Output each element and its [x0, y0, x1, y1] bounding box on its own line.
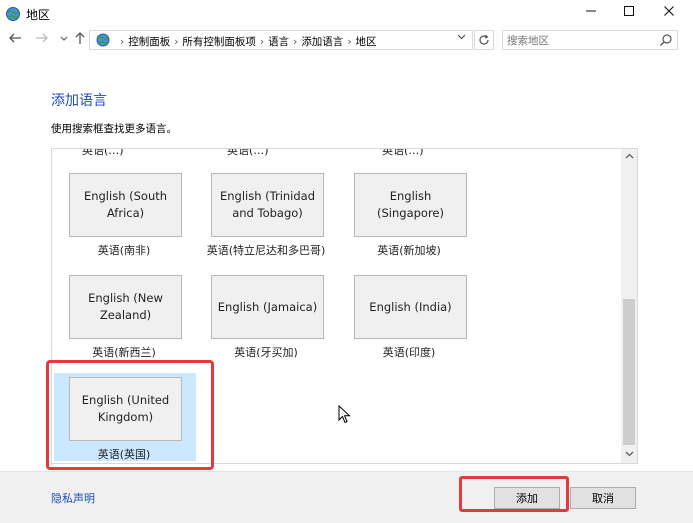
search-hint: 使用搜索框查找更多语言。 — [51, 123, 177, 135]
annotation-highlight-united-kingdom — [46, 360, 214, 470]
address-bar[interactable]: › 控制面板 › 所有控制面板项 › 语言 › 添加语言 › 地区 — [89, 30, 473, 50]
window-title: 地区 — [26, 8, 51, 22]
cancel-button[interactable]: 取消 — [570, 487, 636, 509]
forward-arrow-icon[interactable] — [35, 31, 49, 45]
footer-bar: 隐私声明 添加 取消 — [0, 471, 693, 523]
maximize-icon — [624, 6, 634, 16]
navigation-bar: › 控制面板 › 所有控制面板项 › 语言 › 添加语言 › 地区 — [0, 28, 693, 54]
language-item-trinidad-and-tobago[interactable]: English (Trinidad and Tobago) 英语(特立尼达和多巴… — [196, 150, 336, 257]
breadcrumb-separator-icon: › — [293, 36, 298, 48]
search-box[interactable] — [502, 30, 678, 50]
control-panel-icon — [96, 33, 110, 47]
refresh-icon — [479, 34, 489, 45]
search-input[interactable] — [505, 32, 659, 50]
breadcrumb-separator-icon: › — [120, 36, 125, 48]
breadcrumb-separator-icon: › — [347, 36, 352, 48]
scroll-thumb[interactable] — [623, 299, 635, 445]
language-label: 英语(牙买加) — [234, 346, 298, 359]
title-bar: 地区 — [0, 0, 693, 28]
breadcrumb-language[interactable]: 语言 — [268, 36, 289, 48]
address-dropdown-icon[interactable] — [457, 34, 466, 40]
minimize-icon — [586, 10, 596, 12]
breadcrumb-separator-icon: › — [174, 36, 179, 48]
up-arrow-icon[interactable] — [74, 31, 86, 45]
privacy-statement-link[interactable]: 隐私声明 — [51, 490, 95, 506]
annotation-highlight-add-button — [459, 476, 569, 512]
close-button[interactable] — [652, 0, 686, 28]
scroll-up-button[interactable] — [621, 149, 637, 165]
language-tile[interactable]: English (New Zealand) — [69, 275, 182, 339]
breadcrumb-all-items[interactable]: 所有控制面板项 — [182, 36, 256, 48]
language-tile[interactable]: English (Jamaica) — [211, 275, 324, 339]
refresh-button[interactable] — [474, 30, 494, 50]
language-tile[interactable]: English (South Africa) — [69, 173, 182, 237]
search-icon[interactable] — [659, 33, 673, 47]
scroll-down-button[interactable] — [621, 447, 637, 463]
page-title: 添加语言 — [51, 93, 107, 109]
region-globe-icon — [6, 7, 20, 21]
recent-locations-chevron-icon[interactable] — [60, 36, 68, 42]
language-item-south-africa[interactable]: English (South Africa) 英语(南非) — [54, 150, 194, 257]
minimize-button[interactable] — [574, 0, 608, 28]
back-arrow-icon[interactable] — [8, 31, 22, 45]
breadcrumb-region[interactable]: 地区 — [356, 36, 377, 48]
mouse-cursor-icon — [338, 405, 351, 424]
language-item-india[interactable]: English (India) 英语(印度) — [339, 252, 479, 359]
breadcrumb-control-panel[interactable]: 控制面板 — [128, 36, 170, 48]
chevron-down-icon — [625, 451, 633, 457]
language-item-singapore[interactable]: English (Singapore) 英语(新加坡) — [339, 150, 479, 257]
language-tile[interactable]: English (India) — [354, 275, 467, 339]
maximize-button[interactable] — [612, 0, 646, 28]
language-item-new-zealand[interactable]: English (New Zealand) 英语(新西兰) — [54, 252, 194, 359]
breadcrumb-separator-icon: › — [259, 36, 265, 48]
breadcrumb-add-language[interactable]: 添加语言 — [301, 36, 343, 48]
breadcrumb: › 控制面板 › 所有控制面板项 › 语言 › 添加语言 › 地区 — [116, 34, 377, 49]
vertical-scrollbar[interactable] — [621, 149, 637, 463]
language-tile[interactable]: English (Singapore) — [354, 173, 467, 237]
chevron-up-icon — [625, 153, 633, 159]
close-icon — [664, 6, 674, 16]
language-item-jamaica[interactable]: English (Jamaica) 英语(牙买加) — [196, 252, 336, 359]
language-label: 英语(印度) — [382, 346, 436, 359]
language-tile[interactable]: English (Trinidad and Tobago) — [211, 173, 324, 237]
